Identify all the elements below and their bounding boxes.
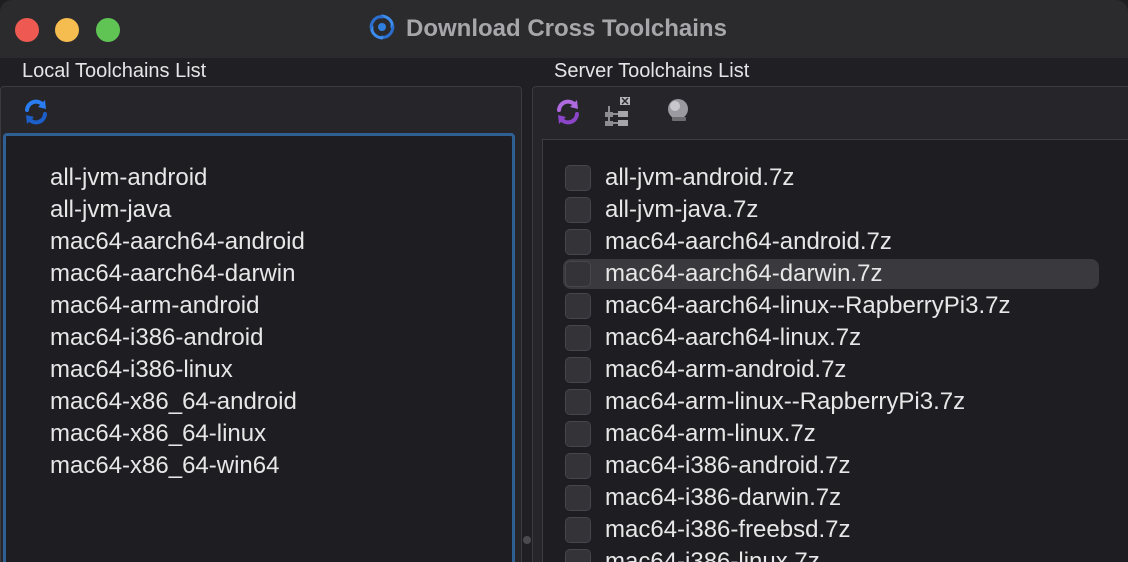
local-toolchain-item[interactable]: mac64-arm-android (50, 290, 305, 322)
server-toolchain-item[interactable]: mac64-i386-darwin.7z (565, 482, 841, 514)
server-toolchain-label: mac64-aarch64-darwin.7z (605, 260, 883, 287)
local-toolchain-item[interactable]: mac64-i386-android (50, 322, 305, 354)
toolchain-checkbox[interactable] (565, 389, 591, 415)
toolchain-checkbox[interactable] (565, 261, 591, 287)
server-toolchain-label: mac64-aarch64-linux--RapberryPi3.7z (605, 292, 1011, 319)
local-toolchain-item[interactable]: mac64-aarch64-darwin (50, 258, 305, 290)
server-toolchain-item[interactable]: mac64-aarch64-linux.7z (565, 322, 861, 354)
local-toolchain-item[interactable]: mac64-aarch64-android (50, 226, 305, 258)
toolchain-checkbox[interactable] (565, 293, 591, 319)
server-toolchain-label: mac64-i386-linux.7z (605, 548, 820, 562)
server-toolchain-item[interactable]: all-jvm-java.7z (565, 194, 758, 226)
server-toolchain-item[interactable]: mac64-i386-linux.7z (565, 546, 820, 562)
server-toolchain-label: mac64-i386-freebsd.7z (605, 516, 851, 543)
toolchain-checkbox[interactable] (565, 325, 591, 351)
maximize-window-button[interactable] (96, 18, 120, 42)
server-toolchain-label: mac64-arm-android.7z (605, 356, 847, 383)
toolchain-checkbox[interactable] (565, 517, 591, 543)
local-toolchain-item[interactable]: mac64-x86_64-win64 (50, 450, 305, 482)
splitter-handle[interactable] (523, 536, 531, 544)
window-title-group: Download Cross Toolchains (368, 14, 727, 44)
server-toolchains-list[interactable]: all-jvm-android.7z all-jvm-java.7z mac64-a… (542, 139, 1128, 562)
server-refresh-icon[interactable] (552, 96, 584, 128)
tree-icon[interactable] (602, 94, 636, 130)
server-toolchain-item[interactable]: mac64-i386-freebsd.7z (565, 514, 850, 546)
toolchain-checkbox[interactable] (565, 357, 591, 383)
server-toolchain-label: mac64-i386-android.7z (605, 452, 851, 479)
server-toolchain-label: mac64-aarch64-android.7z (605, 228, 892, 255)
server-toolchain-label: mac64-i386-darwin.7z (605, 484, 842, 511)
toolchain-checkbox[interactable] (565, 453, 591, 479)
toolchain-checkbox[interactable] (565, 485, 591, 511)
spiral-app-icon (368, 13, 396, 46)
toolchain-checkbox[interactable] (565, 549, 591, 562)
local-toolchain-item[interactable]: all-jvm-java (50, 194, 305, 226)
server-toolchain-label: mac64-arm-linux--RapberryPi3.7z (605, 388, 966, 415)
server-toolchains-label: Server Toolchains List (554, 60, 750, 82)
server-toolchain-label: all-jvm-java.7z (605, 196, 759, 223)
server-toolchain-item[interactable]: mac64-arm-linux.7z (565, 418, 816, 450)
server-toolchain-item[interactable]: mac64-arm-android.7z (565, 354, 846, 386)
local-toolchain-item[interactable]: mac64-x86_64-linux (50, 418, 305, 450)
server-toolchain-label: mac64-arm-linux.7z (605, 420, 816, 447)
server-toolchain-item[interactable]: mac64-aarch64-linux--RapberryPi3.7z (565, 290, 1011, 322)
server-toolchain-item[interactable]: mac64-aarch64-android.7z (565, 226, 892, 258)
toolchain-checkbox[interactable] (565, 197, 591, 223)
window-title: Download Cross Toolchains (406, 15, 727, 42)
local-refresh-icon[interactable] (20, 96, 52, 128)
globe-icon[interactable] (662, 94, 694, 126)
toolchain-checkbox[interactable] (565, 421, 591, 447)
minimize-window-button[interactable] (55, 18, 79, 42)
download-toolchains-window: Download Cross Toolchains Local Toolchai… (0, 0, 1128, 562)
title-bar: Download Cross Toolchains (0, 0, 1128, 58)
toolchain-checkbox[interactable] (565, 229, 591, 255)
close-window-button[interactable] (15, 18, 39, 42)
toolchain-checkbox[interactable] (565, 165, 591, 191)
local-toolchain-item[interactable]: all-jvm-android (50, 162, 305, 194)
server-toolchain-item[interactable]: mac64-i386-android.7z (565, 450, 850, 482)
local-toolchain-item[interactable]: mac64-i386-linux (50, 354, 305, 386)
local-toolchain-item[interactable]: mac64-x86_64-android (50, 386, 305, 418)
local-toolchains-label: Local Toolchains List (22, 60, 207, 82)
server-toolchain-label: all-jvm-android.7z (605, 164, 795, 191)
server-toolchain-item[interactable]: all-jvm-android.7z (565, 162, 794, 194)
local-toolchains-list[interactable]: all-jvm-android all-jvm-java mac64-aarch64… (3, 133, 515, 562)
server-toolchain-item[interactable]: mac64-arm-linux--RapberryPi3.7z (565, 386, 965, 418)
server-toolchain-item[interactable]: mac64-aarch64-darwin.7z (562, 258, 1100, 290)
server-toolchain-label: mac64-aarch64-linux.7z (605, 324, 862, 351)
